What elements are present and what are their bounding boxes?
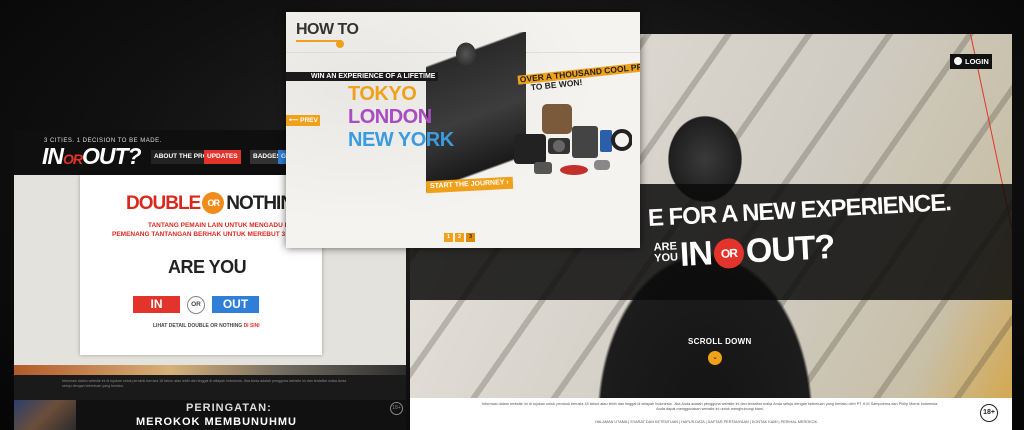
collage-stage: 3 CITIES. 1 DECISION TO BE MADE. INOROUT… bbox=[0, 0, 1024, 430]
or-divider: OR bbox=[187, 296, 205, 314]
out-button[interactable]: OUT bbox=[212, 296, 259, 313]
logo-out: OUT? bbox=[82, 143, 142, 169]
page-2[interactable]: 2 bbox=[455, 233, 464, 242]
you-text: YOU bbox=[653, 251, 679, 265]
speaker-icon bbox=[534, 162, 552, 174]
in-or-out-heading: IN OR OUT? bbox=[679, 228, 835, 275]
phone-icon bbox=[600, 130, 612, 152]
title-double: DOUBLE bbox=[126, 193, 201, 214]
age-18-icon: 18+ bbox=[980, 404, 998, 422]
hero-or-badge: OR bbox=[713, 237, 745, 270]
city-london: LONDON bbox=[348, 106, 432, 128]
pagination: 123 bbox=[444, 225, 477, 243]
modal-line-1: TANTANG PEMAIN LAIN UNTUK MENGADU POIN!? bbox=[148, 222, 307, 229]
win-experience-banner: WIN AN EXPERIENCE OF A LIFETIME bbox=[286, 72, 439, 81]
detail-prefix: LIHAT DETAIL DOUBLE OR NOTHING bbox=[153, 323, 243, 329]
prizes-illustration bbox=[514, 104, 632, 175]
how-to-page-screenshot: HOW TO WIN AN EXPERIENCE OF A LIFETIME T… bbox=[286, 12, 640, 248]
headphones-icon bbox=[611, 129, 632, 151]
detail-link[interactable]: DI SINI bbox=[244, 323, 260, 329]
watch-icon bbox=[594, 160, 610, 170]
jumping-man-photo bbox=[426, 32, 526, 222]
detail-text: LIHAT DETAIL DOUBLE OR NOTHING DI SINI bbox=[153, 323, 260, 329]
age-18-icon: 18+ bbox=[390, 402, 403, 415]
are-you-small: ARE YOU bbox=[653, 240, 679, 265]
scroll-down-label[interactable]: SCROLL DOWN bbox=[688, 337, 752, 346]
how-to-text: HOW TO bbox=[296, 21, 359, 38]
are-you-heading: ARE YOU: bbox=[168, 253, 247, 278]
footer-links[interactable]: HALAMAN UTAMA | SYARAT DAN KETENTUAN | H… bbox=[595, 420, 817, 424]
are-you-colon: : bbox=[234, 253, 239, 269]
right-footer-disclaimer: Informasi dalam website ini di tujukan u… bbox=[481, 402, 939, 411]
login-label: LOGIN bbox=[965, 57, 989, 66]
in-button[interactable]: IN bbox=[133, 296, 180, 313]
title-or-badge: OR bbox=[202, 192, 225, 214]
bag-icon bbox=[514, 134, 546, 164]
prev-button[interactable]: ⟵ PREV bbox=[286, 115, 320, 126]
tablet-icon bbox=[572, 126, 598, 158]
logo-or: OR bbox=[63, 151, 83, 167]
login-button[interactable]: LOGIN bbox=[950, 54, 992, 69]
logo-in: IN bbox=[42, 143, 64, 169]
user-icon bbox=[954, 57, 962, 65]
page-1[interactable]: 1 bbox=[444, 233, 453, 242]
sunglasses-icon bbox=[560, 165, 588, 175]
nav-updates[interactable]: UPDATES bbox=[204, 150, 241, 164]
modal-title: DOUBLE OR NOTHING bbox=[126, 192, 308, 215]
hero-out: OUT? bbox=[744, 227, 836, 271]
city-tokyo: TOKYO bbox=[348, 83, 417, 105]
how-to-underline bbox=[296, 40, 342, 42]
how-to-logo: HOW TO bbox=[296, 21, 359, 48]
health-warning-banner: PERINGATAN: MEROKOK MEMBUNUHMU 18+ bbox=[14, 400, 406, 430]
warning-photo bbox=[14, 400, 76, 430]
in-or-out-logo[interactable]: INOROUT? bbox=[42, 143, 142, 171]
chevron-down-icon[interactable]: ⌄ bbox=[708, 351, 722, 365]
lens-icon bbox=[553, 140, 565, 152]
warning-title: PERINGATAN: bbox=[186, 402, 272, 414]
warning-text: MEROKOK MEMBUNUHMU bbox=[136, 416, 297, 428]
page-3[interactable]: 3 bbox=[466, 233, 475, 242]
city-new-york: NEW YORK bbox=[348, 129, 454, 151]
hero-in: IN bbox=[678, 234, 713, 274]
left-footer-disclaimer: Informasi dalam website ini di tujukan u… bbox=[62, 379, 347, 388]
backpack-icon bbox=[542, 104, 572, 134]
left-footer: Informasi dalam website ini di tujukan u… bbox=[14, 375, 406, 400]
right-footer: Informasi dalam website ini di tujukan u… bbox=[410, 398, 1012, 430]
